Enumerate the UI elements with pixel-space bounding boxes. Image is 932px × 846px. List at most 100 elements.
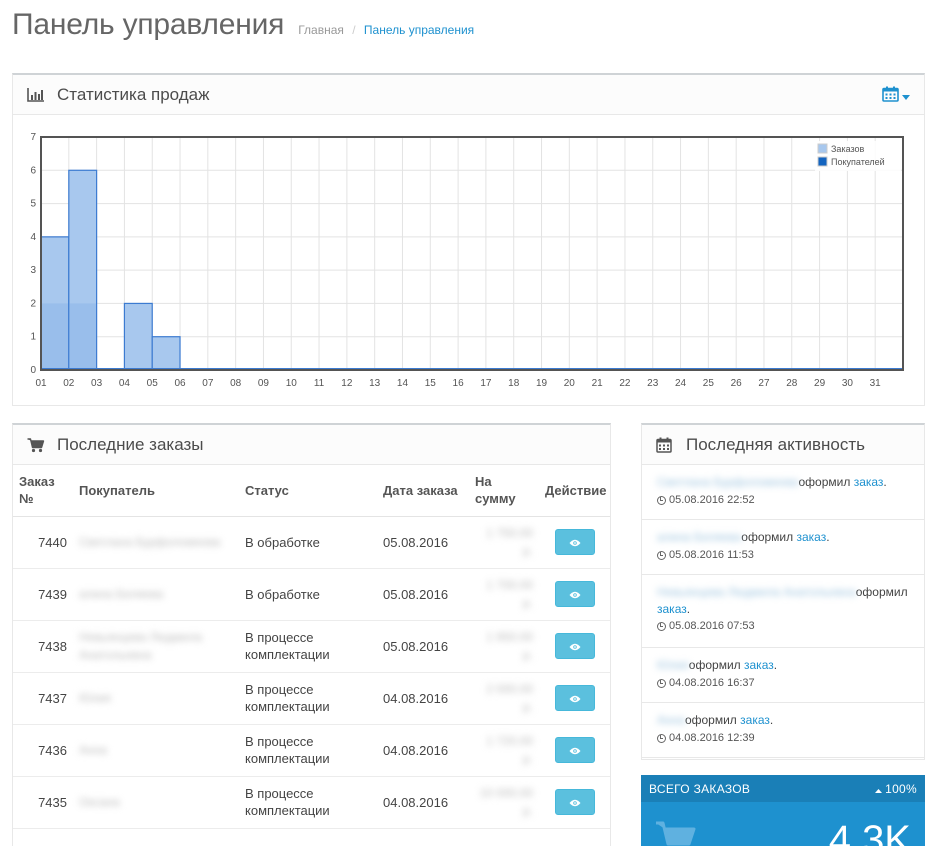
view-order-button[interactable] <box>554 737 595 763</box>
breadcrumb-home-link[interactable]: Главная <box>298 23 344 37</box>
view-order-button[interactable] <box>554 633 595 659</box>
chart-legend-swatch <box>817 143 828 154</box>
activity-action: оформил <box>855 585 908 599</box>
activity-order-link[interactable]: заказ <box>740 713 770 727</box>
chart-x-tick-label: 07 <box>202 378 214 389</box>
view-order-button[interactable] <box>554 789 595 815</box>
order-date: 04.08.2016 <box>377 672 469 725</box>
latest-activity-panel: Последняя активность Светлана Бурфоломее… <box>641 423 925 760</box>
activity-suffix: . <box>773 658 778 672</box>
chart-x-tick-label: 02 <box>63 378 75 389</box>
chart-y-tick-label: 2 <box>30 298 36 309</box>
order-date: 04.08.2016 <box>377 776 469 829</box>
activity-customer-name: Невьянцева Людмила Анатольевна <box>657 585 856 599</box>
order-total: 1 950.00 р. <box>469 620 539 673</box>
eye-icon <box>569 638 581 655</box>
activity-suffix: . <box>883 475 887 489</box>
tile-change: 100% <box>875 782 917 796</box>
column-header-order-id[interactable]: Заказ № <box>13 465 73 517</box>
chart-x-tick-label: 03 <box>91 378 103 389</box>
activity-panel-heading: Последняя активность <box>642 425 924 465</box>
order-total: 1 750.00 р. <box>469 516 539 569</box>
chart-x-tick-label: 28 <box>786 378 798 389</box>
orders-panel-title: Последние заказы <box>57 434 204 454</box>
activity-panel-title: Последняя активность <box>686 434 865 454</box>
order-id: 7435 <box>13 776 73 829</box>
column-header-action: Действие <box>539 465 610 517</box>
chart-x-tick-label: 18 <box>508 378 520 389</box>
chart-range-dropdown[interactable] <box>882 86 910 105</box>
tile-label: Всего заказов <box>649 781 751 796</box>
order-status: В обработке <box>239 568 377 621</box>
order-customer: Светлана Бурфоломеева <box>73 516 239 569</box>
order-customer-name: Светлана Бурфоломеева <box>79 535 221 549</box>
activity-time-value: 04.08.2016 16:37 <box>669 677 755 689</box>
chart-x-tick-label: 16 <box>453 378 465 389</box>
order-total-value: 1 950.00 р. <box>486 630 533 662</box>
page-title: Панель управления <box>12 8 285 41</box>
eye-icon <box>569 534 581 551</box>
column-header-total[interactable]: На сумму <box>469 465 539 517</box>
activity-order-link[interactable]: заказ <box>744 658 774 672</box>
view-order-button[interactable] <box>554 529 595 555</box>
caret-up-icon <box>875 782 883 796</box>
activity-order-link[interactable]: заказ <box>854 475 884 489</box>
activity-customer-name: Юлия <box>657 658 689 672</box>
order-customer-name: Анна <box>79 743 107 757</box>
breadcrumb-current-link[interactable]: Панель управления <box>364 23 474 37</box>
clock-icon <box>657 495 666 505</box>
order-date: 04.08.2016 <box>377 724 469 777</box>
chart-bar-Покупателей <box>69 303 97 370</box>
chart-y-tick-label: 7 <box>30 132 36 143</box>
activity-order-link[interactable]: заказ <box>657 602 687 616</box>
breadcrumb: Главная / Панель управления <box>298 23 474 37</box>
activity-customer-name: Светлана Бурфоломеева <box>657 475 799 489</box>
view-order-button[interactable] <box>554 581 595 607</box>
calendar-icon <box>882 86 899 105</box>
sales-panel-heading: Статистика продаж <box>13 75 924 115</box>
activity-time: 05.08.2016 11:53 <box>657 547 909 563</box>
order-customer-name: Невьянцева Людмила Анатольевна <box>79 630 202 662</box>
order-id: 7439 <box>13 568 73 621</box>
order-id: 7438 <box>13 620 73 673</box>
latest-orders-panel: Последние заказы Заказ № Покупатель Стат… <box>12 423 611 846</box>
chart-x-tick-label: 10 <box>286 378 298 389</box>
order-status: В процессе комплектации <box>239 620 377 673</box>
column-header-status[interactable]: Статус <box>239 465 377 517</box>
chart-legend-swatch <box>817 156 828 167</box>
order-status: В обработке <box>239 516 377 569</box>
bar-chart-icon <box>27 87 45 103</box>
chart-bar-Заказов <box>123 302 153 371</box>
column-header-customer[interactable]: Покупатель <box>73 465 239 517</box>
chart-x-tick-label: 04 <box>119 378 131 389</box>
activity-text: Аннаоформил заказ. <box>657 712 909 729</box>
view-order-button[interactable] <box>554 685 595 711</box>
chart-x-tick-label: 01 <box>35 378 47 389</box>
chart-y-tick-label: 4 <box>30 232 36 243</box>
chart-x-tick-label: 05 <box>147 378 159 389</box>
order-total: 2 000.00 р. <box>469 672 539 725</box>
shopping-cart-icon <box>655 820 697 846</box>
activity-action: оформил <box>684 713 737 727</box>
total-orders-tile: Всего заказов 100% 4.3K <box>641 775 925 846</box>
activity-time: 04.08.2016 16:37 <box>657 675 909 691</box>
eye-icon <box>569 586 581 603</box>
order-action <box>539 620 610 673</box>
column-header-date[interactable]: Дата заказа <box>377 465 469 517</box>
activity-time-value: 05.08.2016 11:53 <box>669 549 754 561</box>
activity-time: 04.08.2016 12:39 <box>657 730 909 746</box>
activity-item: Аннаоформил заказ. 04.08.2016 12:39 <box>642 703 924 758</box>
chart-frame <box>40 136 904 371</box>
order-status: В процессе комплектации <box>239 672 377 725</box>
clock-icon <box>657 678 666 688</box>
order-total: 1 700.00 р. <box>469 568 539 621</box>
chart-x-tick-label: 06 <box>174 378 186 389</box>
chart-legend-label: Заказов <box>831 144 865 154</box>
activity-order-link[interactable]: заказ <box>796 530 826 544</box>
chart-y-tick-label: 3 <box>30 265 36 276</box>
tile-value: 4.3K <box>828 818 911 846</box>
activity-time-value: 04.08.2016 12:39 <box>669 732 755 744</box>
breadcrumb-separator: / <box>352 23 356 37</box>
orders-table-header: Заказ № Покупатель Статус Дата заказа На… <box>13 465 610 517</box>
order-id: 7436 <box>13 724 73 777</box>
